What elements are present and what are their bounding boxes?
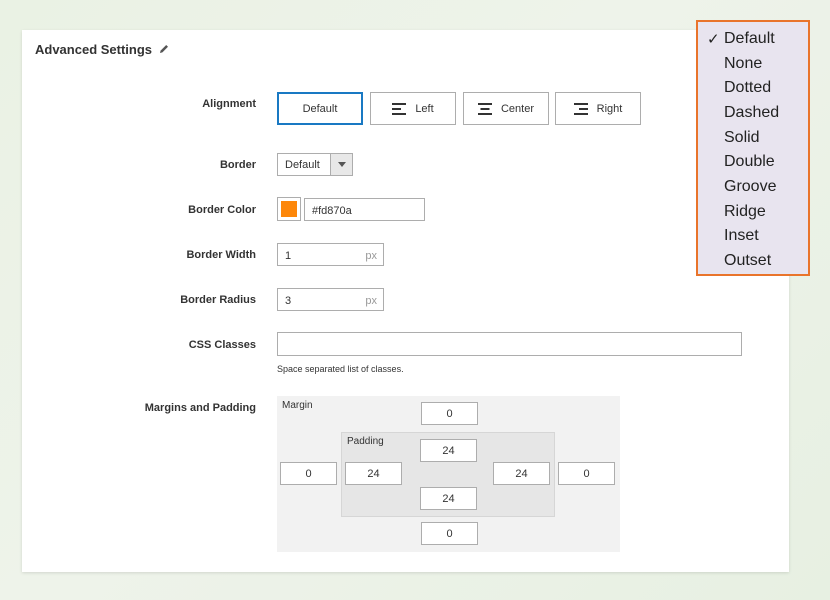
color-swatch-fill — [281, 201, 297, 217]
css-classes-input[interactable] — [277, 332, 742, 356]
alignment-right-button[interactable]: Right — [555, 92, 641, 125]
border-color-label: Border Color — [188, 204, 256, 216]
border-radius-label: Border Radius — [180, 294, 256, 306]
padding-right-value: 24 — [515, 467, 528, 480]
border-color-value: #fd870a — [312, 205, 352, 217]
alignment-default-button[interactable]: Default — [277, 92, 363, 125]
panel-title: Advanced Settings — [35, 42, 153, 57]
padding-area: Padding 24 24 24 24 — [341, 432, 555, 517]
border-select-value: Default — [285, 159, 320, 171]
border-radius-unit: px — [365, 295, 377, 307]
margin-bottom-value: 0 — [446, 527, 453, 540]
margins-padding-label: Margins and Padding — [144, 402, 256, 414]
margin-title: Margin — [282, 400, 313, 411]
border-width-label: Border Width — [186, 249, 256, 261]
dropdown-item-none[interactable]: None — [724, 53, 762, 75]
checkmark-icon: ✓ — [707, 31, 720, 48]
border-label: Border — [219, 159, 256, 171]
dropdown-item-ridge[interactable]: Ridge — [724, 201, 766, 223]
margin-left-input[interactable]: 0 — [280, 462, 337, 485]
pencil-icon[interactable] — [158, 43, 170, 55]
dropdown-item-inset[interactable]: Inset — [724, 225, 759, 247]
margin-top-input[interactable]: 0 — [421, 402, 478, 425]
margin-right-input[interactable]: 0 — [558, 462, 615, 485]
margin-right-value: 0 — [583, 467, 590, 480]
alignment-center-label: Center — [500, 102, 535, 115]
border-width-unit: px — [365, 250, 377, 262]
dropdown-item-groove[interactable]: Groove — [724, 176, 776, 198]
padding-bottom-value: 24 — [442, 492, 455, 505]
align-center-icon — [477, 102, 492, 115]
alignment-left-label: Left — [415, 102, 434, 115]
dropdown-item-default[interactable]: Default — [724, 28, 775, 50]
margin-left-value: 0 — [305, 467, 312, 480]
border-color-input[interactable]: #fd870a — [304, 198, 425, 221]
dropdown-item-dotted[interactable]: Dotted — [724, 77, 771, 99]
alignment-center-button[interactable]: Center — [463, 92, 549, 125]
padding-left-input[interactable]: 24 — [345, 462, 402, 485]
alignment-right-label: Right — [596, 102, 623, 115]
css-classes-label: CSS Classes — [188, 339, 256, 351]
alignment-default-label: Default — [302, 102, 338, 115]
align-right-icon — [573, 102, 588, 115]
advanced-settings-panel: Advanced Settings Alignment Default Left… — [22, 30, 789, 572]
padding-top-input[interactable]: 24 — [420, 439, 477, 462]
dropdown-item-double[interactable]: Double — [724, 151, 775, 173]
alignment-label: Alignment — [202, 98, 256, 110]
border-radius-value: 3 — [285, 295, 292, 307]
margin-bottom-input[interactable]: 0 — [421, 522, 478, 545]
padding-top-value: 24 — [442, 444, 455, 457]
dropdown-item-solid[interactable]: Solid — [724, 127, 760, 149]
padding-right-input[interactable]: 24 — [493, 462, 550, 485]
dropdown-item-outset[interactable]: Outset — [724, 250, 771, 272]
dropdown-item-dashed[interactable]: Dashed — [724, 102, 779, 124]
padding-title: Padding — [347, 436, 384, 447]
margin-area: Margin 0 0 0 0 Padding 24 24 24 24 — [277, 396, 620, 552]
chevron-down-icon[interactable] — [330, 154, 352, 175]
margin-top-value: 0 — [446, 407, 453, 420]
border-select[interactable]: Default — [277, 153, 353, 176]
border-radius-input[interactable]: 3 px — [277, 288, 384, 311]
border-style-dropdown: ✓ Default None Dotted Dashed Solid Doubl… — [696, 20, 810, 276]
border-width-input[interactable]: 1 px — [277, 243, 384, 266]
css-classes-hint: Space separated list of classes. — [277, 364, 404, 374]
alignment-left-button[interactable]: Left — [370, 92, 456, 125]
border-width-value: 1 — [285, 250, 292, 262]
padding-bottom-input[interactable]: 24 — [420, 487, 477, 510]
color-swatch[interactable] — [277, 197, 301, 221]
padding-left-value: 24 — [367, 467, 380, 480]
align-left-icon — [392, 102, 407, 115]
